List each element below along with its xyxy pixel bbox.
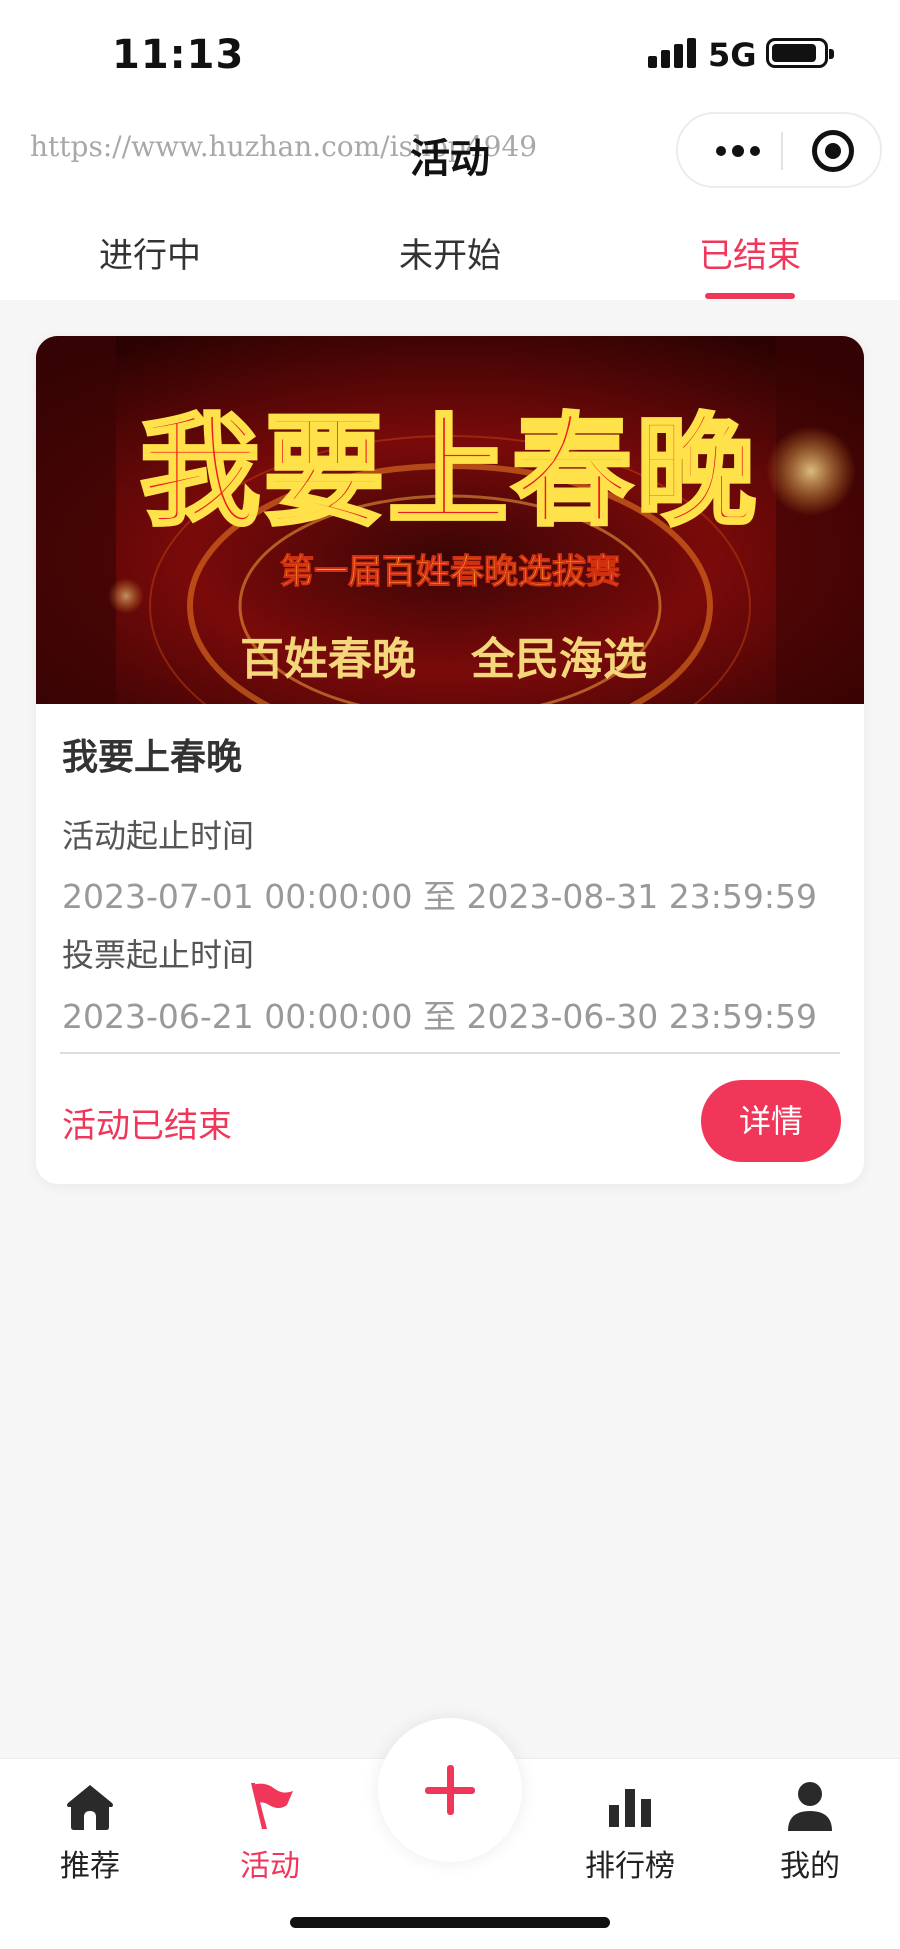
home-indicator — [290, 1917, 610, 1928]
active-tab-indicator — [705, 293, 795, 299]
close-target-icon[interactable] — [812, 130, 854, 172]
page: 11:13 5G https://www.huzhan.com/ishop494… — [0, 0, 900, 1949]
banner-subtitle: 第一届百姓春晚选拔赛 — [280, 552, 621, 593]
activity-time-label: 活动起止时间 — [62, 817, 255, 855]
tabbar-item-recommend[interactable]: 推荐 — [0, 1759, 180, 1889]
tabbar-item-activity[interactable]: 活动 — [180, 1759, 360, 1889]
banner-slogan-left: 百姓春晚 — [240, 634, 416, 685]
capsule-divider — [781, 132, 783, 170]
activity-card[interactable]: 我要上春晚 第一届百姓春晚选拔赛 百姓春晚 全民海选 我要上春晚 活动起止时间 … — [36, 336, 864, 1184]
bar-chart-icon — [609, 1789, 651, 1827]
nav-bar: https://www.huzhan.com/ishop4949 活动 — [0, 108, 900, 198]
vote-time-range: 2023-06-21 00:00:00 至 2023-06-30 23:59:5… — [62, 997, 817, 1036]
more-menu-button[interactable] — [708, 114, 788, 186]
mini-program-capsule — [676, 112, 882, 188]
vote-time-label: 投票起止时间 — [62, 936, 255, 974]
detail-button[interactable]: 详情 — [701, 1080, 841, 1162]
activity-banner-image: 我要上春晚 第一届百姓春晚选拔赛 百姓春晚 全民海选 — [36, 336, 864, 704]
activity-time-range: 2023-07-01 00:00:00 至 2023-08-31 23:59:5… — [62, 877, 817, 916]
tabbar-item-mine[interactable]: 我的 — [720, 1759, 900, 1889]
tabbar-label-mine: 我的 — [780, 1849, 840, 1884]
home-icon — [67, 1785, 113, 1830]
battery-icon — [766, 38, 834, 68]
activity-status: 活动已结束 — [62, 1106, 232, 1146]
banner-headline: 我要上春晚 — [138, 401, 760, 544]
tabbar-label-ranking: 排行榜 — [585, 1849, 675, 1884]
user-icon — [788, 1782, 832, 1831]
tab-ended[interactable]: 已结束 — [600, 228, 900, 277]
card-divider — [60, 1052, 840, 1054]
activity-tabs: 进行中 未开始 已结束 — [0, 198, 900, 300]
signal-icon — [648, 38, 700, 68]
tabbar-label-activity: 活动 — [240, 1849, 300, 1884]
banner-slogan-right: 全民海选 — [471, 634, 647, 685]
add-button[interactable] — [378, 1718, 522, 1862]
tabbar-item-ranking[interactable]: 排行榜 — [540, 1759, 720, 1889]
tabbar-label-recommend: 推荐 — [60, 1849, 120, 1884]
network-type: 5G — [708, 36, 757, 74]
activity-title: 我要上春晚 — [62, 737, 243, 778]
status-bar: 11:13 5G — [0, 0, 900, 108]
flag-icon — [251, 1783, 293, 1829]
tab-upcoming[interactable]: 未开始 — [300, 228, 600, 277]
tab-ongoing[interactable]: 进行中 — [0, 228, 300, 277]
status-time: 11:13 — [112, 32, 245, 78]
